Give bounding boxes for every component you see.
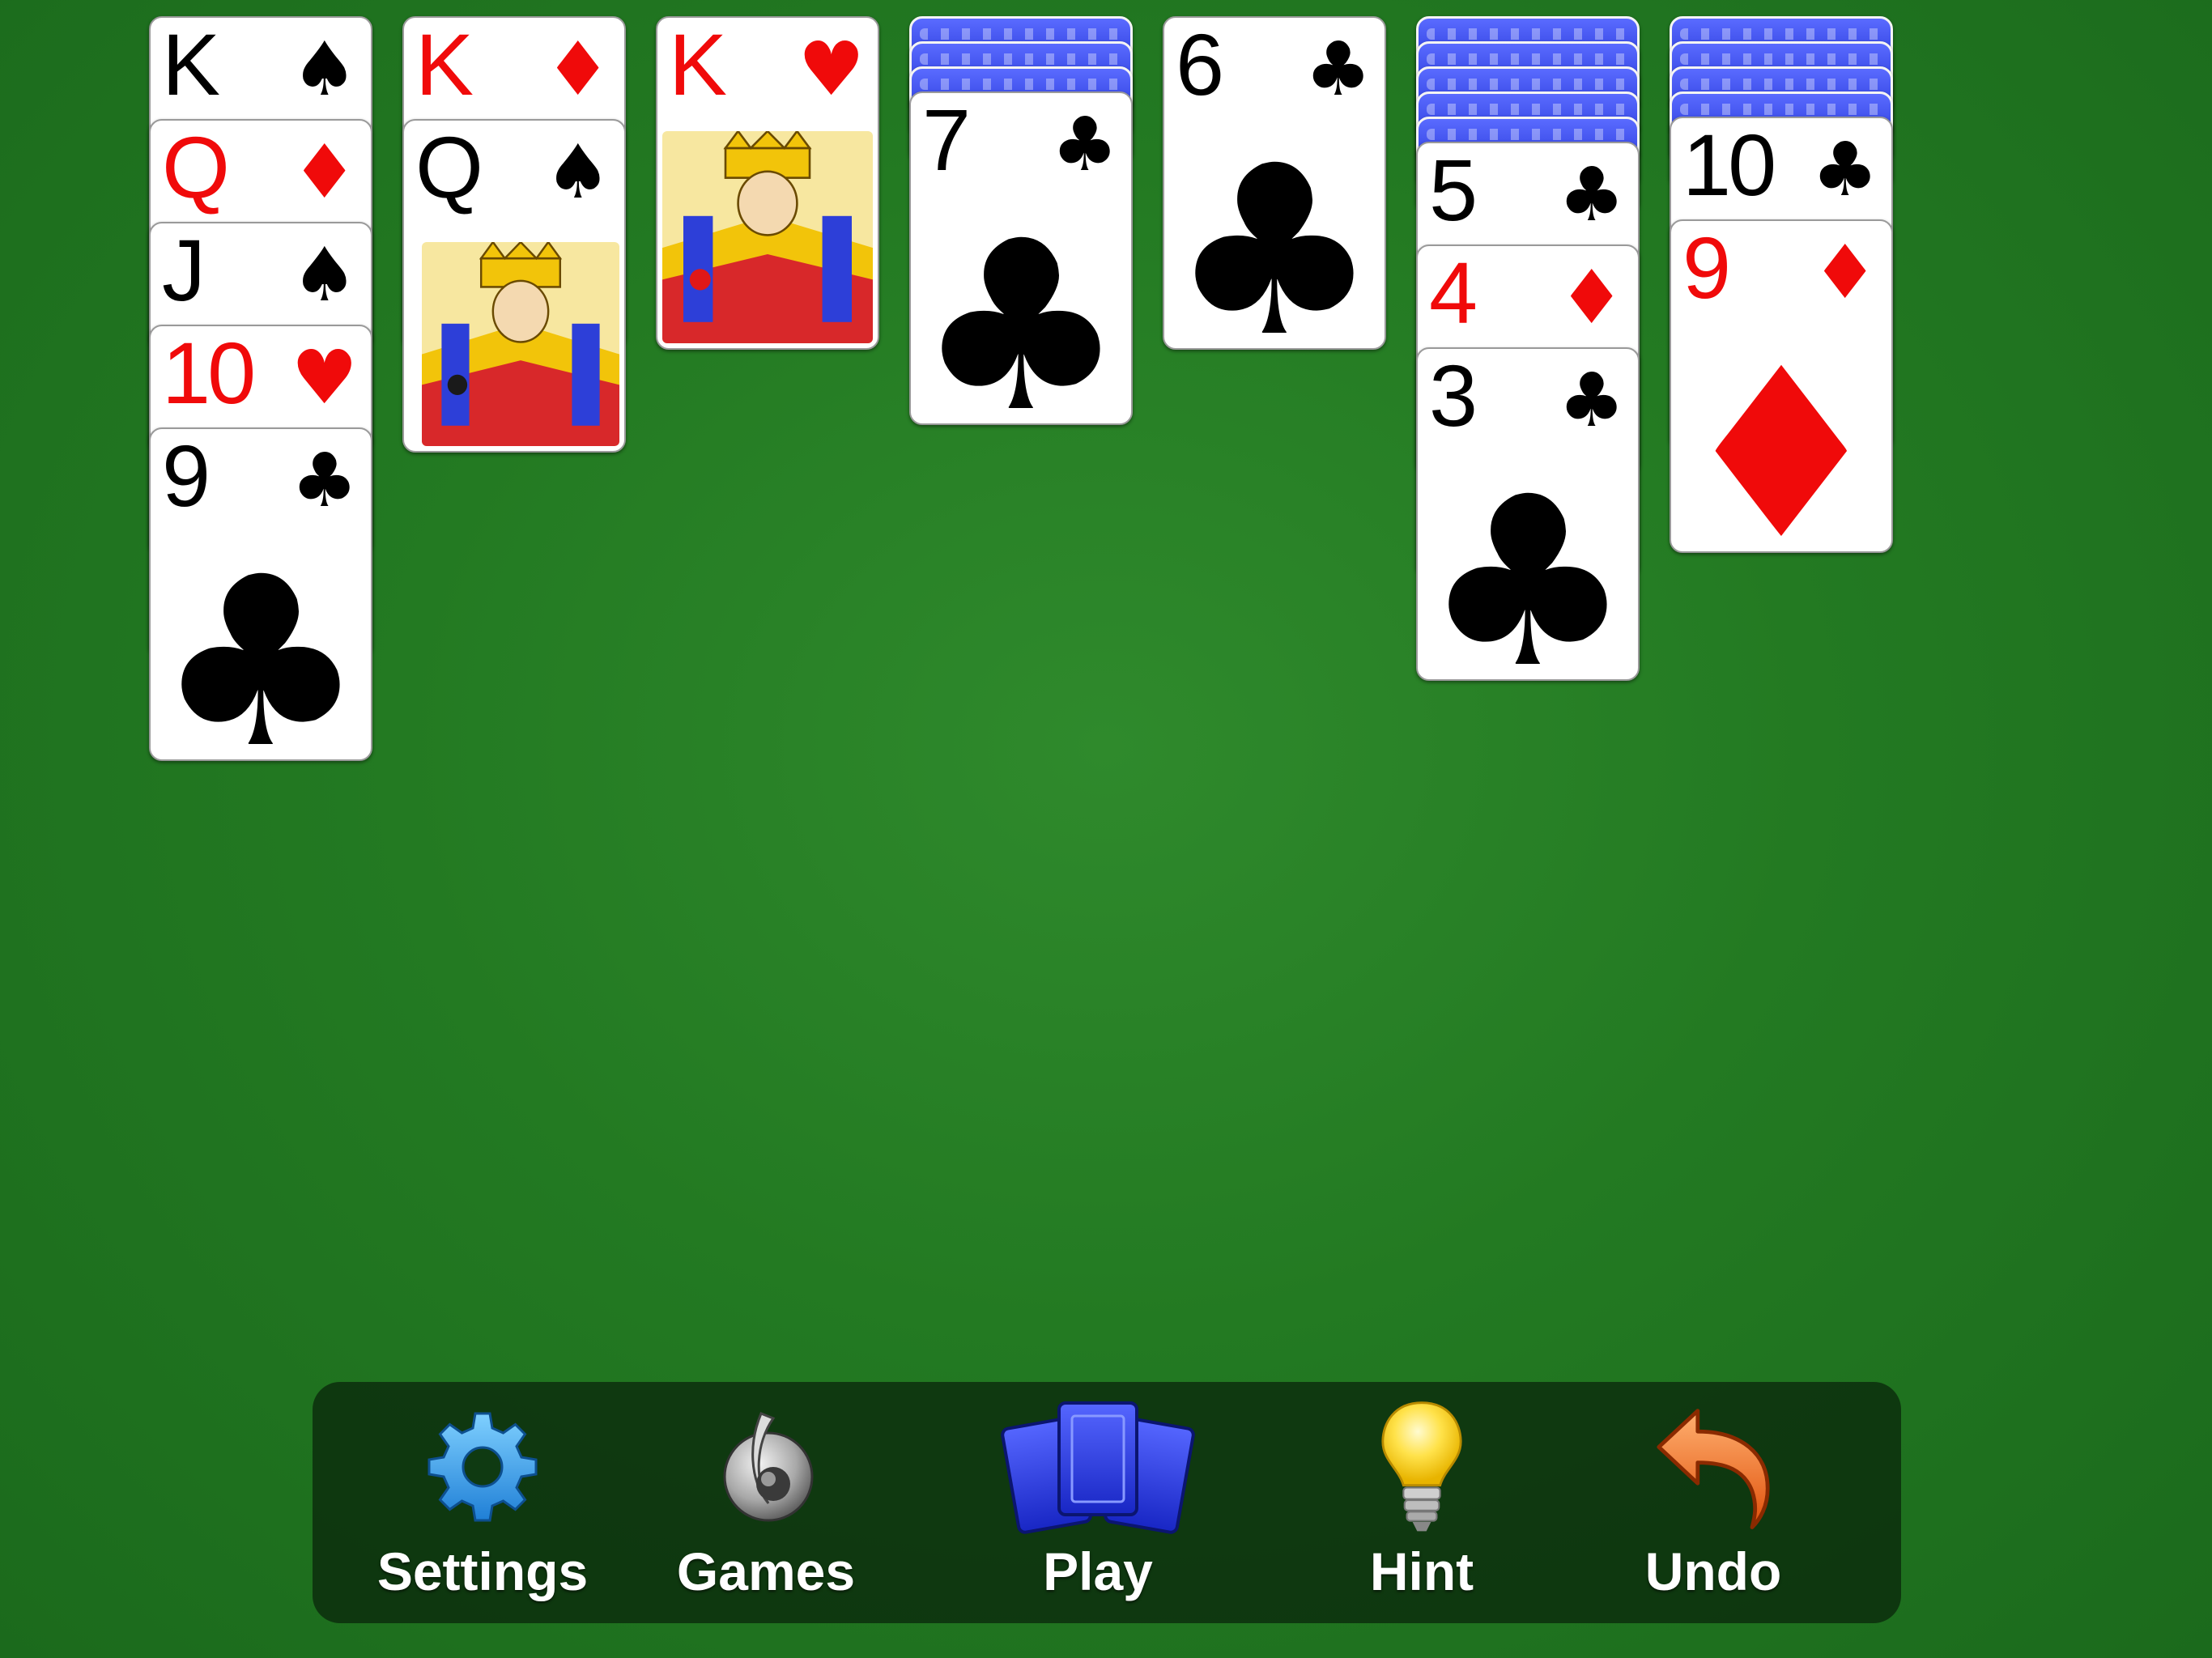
- lightbulb-icon: [1373, 1398, 1470, 1540]
- tableau-pile-1[interactable]: K ♠ Q ♦ J ♠ 10 ♥ 9 ♣ ♣: [149, 16, 372, 826]
- card-rank: Q: [415, 119, 483, 216]
- cards-icon: [1001, 1397, 1195, 1538]
- card-suit-icon: ♣: [1051, 101, 1118, 188]
- court-card-art: [422, 242, 619, 446]
- card-suit-icon: ♥: [798, 26, 865, 113]
- card-rank: 4: [1429, 244, 1478, 342]
- card-suit-icon: ♦: [1558, 254, 1625, 341]
- card-suit-icon: ♣: [1558, 151, 1625, 238]
- playing-card[interactable]: Q ♠: [402, 119, 626, 453]
- card-suit-icon: ♣: [1558, 357, 1625, 444]
- card-suit-icon: ♣: [291, 437, 358, 524]
- tableau-pile-3[interactable]: K ♥: [656, 16, 879, 826]
- playing-card[interactable]: 7 ♣ ♣: [909, 91, 1133, 425]
- playing-card[interactable]: 9 ♦ ♦: [1670, 219, 1893, 553]
- card-rank: 6: [1176, 16, 1224, 113]
- card-rank: Q: [162, 119, 230, 216]
- tableau-pile-2[interactable]: K ♦ Q ♠: [402, 16, 626, 826]
- card-rank: 10: [162, 325, 256, 422]
- card-suit-icon: ♠: [544, 129, 611, 215]
- card-rank: 9: [1682, 219, 1731, 317]
- card-suit-icon: ♣: [1304, 26, 1372, 113]
- settings-label: Settings: [376, 1541, 589, 1601]
- tableau-pile-5[interactable]: 6 ♣ ♣: [1163, 16, 1386, 826]
- card-suit-icon: ♦: [1811, 229, 1878, 316]
- tableau-pile-7[interactable]: 10 ♣ 9 ♦ ♦: [1670, 16, 1893, 826]
- tableau-pile-4[interactable]: 7 ♣ ♣: [909, 16, 1133, 826]
- card-rank: 9: [162, 427, 211, 525]
- card-center-suit-icon: ♦: [1676, 319, 1887, 553]
- play-button[interactable]: Play: [968, 1382, 1227, 1623]
- card-center-suit-icon: ♣: [1169, 116, 1380, 350]
- playing-card[interactable]: 9 ♣ ♣: [149, 427, 372, 761]
- games-icon: [705, 1406, 827, 1532]
- card-center-suit-icon: ♣: [916, 191, 1126, 425]
- card-rank: K: [162, 16, 220, 113]
- card-rank: 7: [922, 91, 971, 189]
- undo-button[interactable]: Undo: [1600, 1382, 1827, 1623]
- playing-card[interactable]: 6 ♣ ♣: [1163, 16, 1386, 350]
- games-label: Games: [676, 1541, 856, 1601]
- bottom-toolbar: Settings Games Play Hint Undo: [313, 1382, 1901, 1623]
- card-center-suit-icon: ♣: [1423, 447, 1633, 681]
- undo-label: Undo: [1644, 1541, 1782, 1601]
- hint-label: Hint: [1369, 1541, 1474, 1601]
- hint-button[interactable]: Hint: [1317, 1382, 1527, 1623]
- card-suit-icon: ♠: [291, 26, 358, 113]
- card-suit-icon: ♥: [291, 334, 358, 421]
- tableau: K ♠ Q ♦ J ♠ 10 ♥ 9 ♣ ♣ K ♦ Q ♠ K ♥ 7 ♣ ♣ 6 ♣ ♣ 5 ♣ 4 ♦ 3 ♣ ♣ 10 ♣ 9 ♦ ♦: [0, 0, 2212, 1376]
- card-suit-icon: ♦: [544, 26, 611, 113]
- settings-button[interactable]: Settings: [353, 1382, 612, 1623]
- card-center-suit-icon: ♣: [155, 527, 366, 761]
- card-rank: K: [415, 16, 474, 113]
- card-rank: 10: [1682, 117, 1776, 214]
- card-rank: 5: [1429, 142, 1478, 239]
- play-label: Play: [1043, 1541, 1153, 1601]
- card-rank: K: [669, 16, 727, 113]
- gear-icon: [422, 1406, 543, 1532]
- court-card-art: [662, 131, 873, 343]
- playing-card[interactable]: 3 ♣ ♣: [1416, 347, 1640, 681]
- playing-card[interactable]: K ♥: [656, 16, 879, 350]
- card-rank: J: [162, 222, 206, 319]
- card-rank: 3: [1429, 347, 1478, 444]
- games-button[interactable]: Games: [653, 1382, 879, 1623]
- card-suit-icon: ♠: [291, 232, 358, 318]
- card-suit-icon: ♣: [1811, 126, 1878, 213]
- tableau-pile-6[interactable]: 5 ♣ 4 ♦ 3 ♣ ♣: [1416, 16, 1640, 826]
- card-suit-icon: ♦: [291, 129, 358, 215]
- undo-arrow-icon: [1648, 1403, 1778, 1537]
